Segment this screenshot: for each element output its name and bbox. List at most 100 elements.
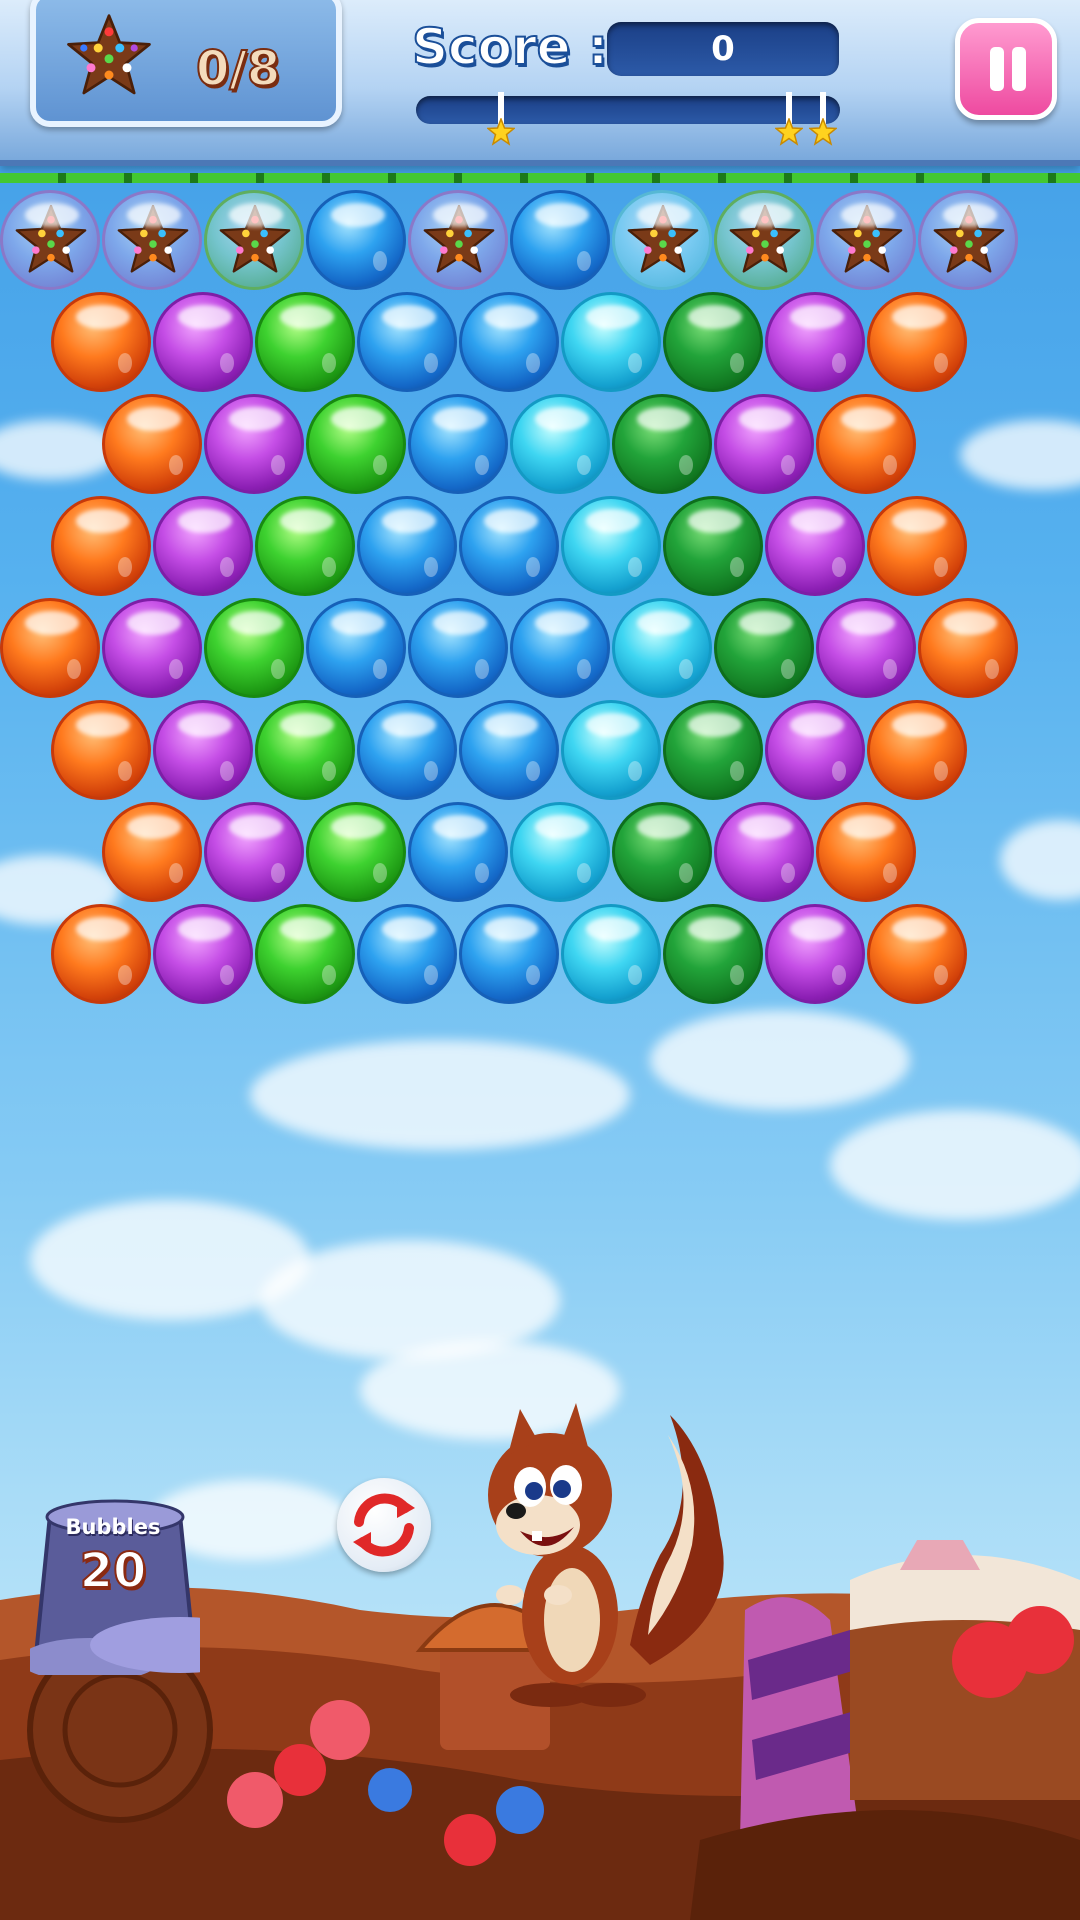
star-threshold-marker <box>486 92 515 148</box>
orange-bubble <box>816 394 916 494</box>
bubbles-remaining: 20 <box>79 1542 148 1600</box>
orange-bubble <box>51 904 151 1004</box>
score-label: Score : <box>411 17 609 77</box>
dkgreen-bubble <box>612 394 712 494</box>
green-bubble <box>255 292 355 392</box>
star-threshold-marker <box>775 92 804 148</box>
candy-star-bubble <box>408 190 508 290</box>
purple-bubble <box>153 292 253 392</box>
blue-bubble <box>357 904 457 1004</box>
candy-star-bubble <box>204 190 304 290</box>
score-value: 0 <box>711 29 735 69</box>
blue-bubble <box>306 190 406 290</box>
cyan-bubble <box>561 496 661 596</box>
dkgreen-bubble <box>663 700 763 800</box>
candy-star-bubble <box>714 190 814 290</box>
cloud <box>250 1040 630 1150</box>
purple-bubble <box>153 700 253 800</box>
green-bubble <box>306 394 406 494</box>
cloud <box>650 1010 910 1110</box>
bubbles-label: Bubbles <box>65 1515 161 1539</box>
candy-star-bubble <box>816 190 916 290</box>
gold-star-icon <box>486 118 515 146</box>
gold-star-icon <box>809 118 838 146</box>
blue-bubble <box>459 700 559 800</box>
dkgreen-bubble <box>663 496 763 596</box>
blue-bubble <box>408 394 508 494</box>
candy-star-icon <box>67 14 151 95</box>
purple-bubble <box>153 496 253 596</box>
candy-star-bubble <box>612 190 712 290</box>
purple-bubble <box>765 496 865 596</box>
purple-bubble <box>204 802 304 902</box>
cyan-bubble <box>561 904 661 1004</box>
cloud <box>830 1110 1080 1220</box>
purple-bubble <box>714 394 814 494</box>
orange-bubble <box>51 700 151 800</box>
orange-bubble <box>918 598 1018 698</box>
blue-bubble <box>408 802 508 902</box>
gold-star-icon <box>775 118 804 146</box>
green-bubble <box>255 496 355 596</box>
goal-panel: 0/8 <box>30 0 342 127</box>
ceiling-rail <box>0 173 1080 183</box>
squirrel-character <box>488 1403 724 1707</box>
orange-bubble <box>0 598 100 698</box>
cloud <box>1000 820 1080 900</box>
purple-bubble <box>102 598 202 698</box>
goal-counter: 0/8 <box>195 40 281 98</box>
orange-bubble <box>867 904 967 1004</box>
pause-icon <box>990 47 1004 91</box>
cyan-bubble <box>510 394 610 494</box>
cyan-bubble <box>561 700 661 800</box>
blue-bubble <box>510 598 610 698</box>
dkgreen-bubble <box>612 802 712 902</box>
top-hud: 0/8 Score : 0 <box>0 0 1080 166</box>
orange-bubble <box>51 496 151 596</box>
game-stage[interactable]: 0/8 Score : 0 Bubbles 20 <box>0 0 1080 1920</box>
swap-arrows-icon <box>353 1493 415 1557</box>
blue-bubble <box>357 496 457 596</box>
pause-icon <box>1012 47 1026 91</box>
pause-button[interactable] <box>955 18 1057 120</box>
candy-star-bubble <box>0 190 100 290</box>
blue-bubble <box>459 292 559 392</box>
blue-bubble <box>306 598 406 698</box>
dkgreen-bubble <box>663 292 763 392</box>
orange-bubble <box>816 802 916 902</box>
star-threshold-marker <box>809 92 838 148</box>
dkgreen-bubble <box>663 904 763 1004</box>
blue-bubble <box>459 496 559 596</box>
green-bubble <box>204 598 304 698</box>
purple-bubble <box>765 904 865 1004</box>
swap-bubble-button[interactable] <box>337 1478 431 1572</box>
green-bubble <box>255 700 355 800</box>
purple-bubble <box>765 292 865 392</box>
purple-bubble <box>765 700 865 800</box>
orange-bubble <box>51 292 151 392</box>
purple-bubble <box>204 394 304 494</box>
green-bubble <box>255 904 355 1004</box>
blue-bubble <box>357 292 457 392</box>
purple-bubble <box>816 598 916 698</box>
orange-bubble <box>867 496 967 596</box>
purple-bubble <box>714 802 814 902</box>
blue-bubble <box>408 598 508 698</box>
purple-bubble <box>153 904 253 1004</box>
candy-star-bubble <box>102 190 202 290</box>
blue-bubble <box>510 190 610 290</box>
orange-bubble <box>102 394 202 494</box>
dkgreen-bubble <box>714 598 814 698</box>
blue-bubble <box>459 904 559 1004</box>
score-box: 0 <box>607 22 839 76</box>
blue-bubble <box>357 700 457 800</box>
cyan-bubble <box>510 802 610 902</box>
orange-bubble <box>867 700 967 800</box>
cyan-bubble <box>612 598 712 698</box>
candy-star-bubble <box>918 190 1018 290</box>
orange-bubble <box>867 292 967 392</box>
orange-bubble <box>102 802 202 902</box>
green-bubble <box>306 802 406 902</box>
cyan-bubble <box>561 292 661 392</box>
cloud <box>960 420 1080 490</box>
